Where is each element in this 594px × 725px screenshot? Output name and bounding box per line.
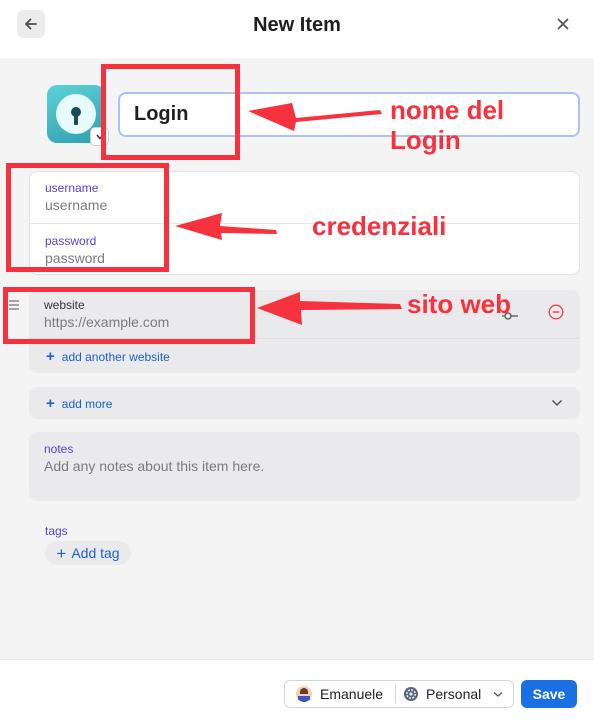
arrow-to-website-icon: [257, 292, 402, 325]
arrow-to-credentials-icon: [175, 213, 277, 240]
annotation-name: nome del Login: [390, 95, 505, 155]
arrow-to-name-icon: [248, 103, 382, 131]
annotation-credentials: credenziali: [312, 211, 447, 241]
annotation-website: sito web: [407, 289, 512, 319]
